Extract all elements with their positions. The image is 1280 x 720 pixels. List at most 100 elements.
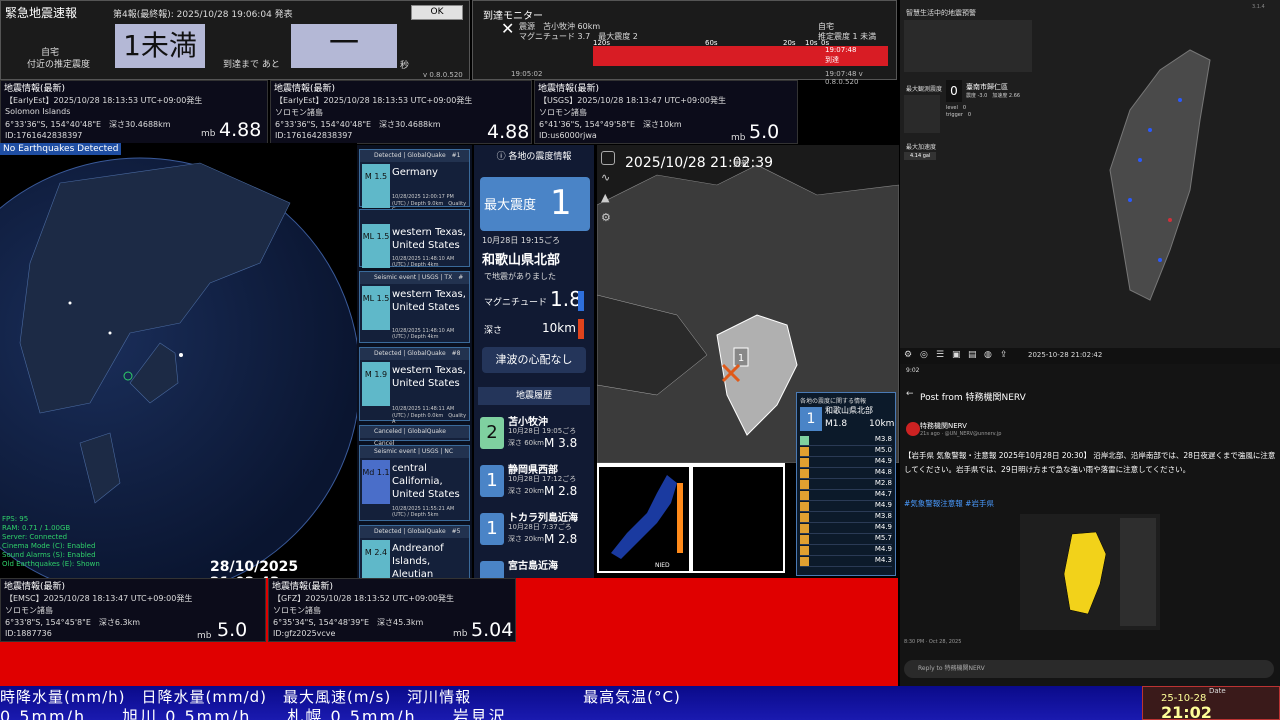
list-item[interactable]: Canceled | GlobalQuake Cancel bbox=[359, 425, 470, 447]
max-int-label: 最大観測震度 bbox=[906, 86, 943, 93]
globe-icon[interactable]: ◍ bbox=[984, 350, 992, 360]
sec-label: 秒 bbox=[400, 61, 410, 71]
magnitude-label: マグニチュード bbox=[484, 298, 548, 308]
panel-header: 地震情報(最新) bbox=[272, 582, 334, 592]
list-item[interactable]: ML 1.5 western Texas, United States 10/2… bbox=[359, 209, 470, 268]
region-list-row[interactable]: M2.8 bbox=[800, 479, 892, 490]
max-intensity-value: 1 bbox=[550, 183, 572, 223]
regbox-title: 各地の震度に関する情報 bbox=[800, 398, 867, 405]
list-item[interactable]: Seismic event | USGS | NC Md 1.1 central… bbox=[359, 445, 470, 521]
reply-input[interactable]: Reply to 特務機関NERV bbox=[904, 660, 1274, 678]
location-icon[interactable]: ◎ bbox=[920, 350, 928, 360]
quake-info-panel: 地震情報(最新) 【USGS】2025/10/28 18:13:47 UTC+0… bbox=[534, 80, 798, 144]
item-header: Detected | GlobalQuake #5 bbox=[360, 526, 469, 538]
mag-type: mb bbox=[731, 133, 746, 143]
region-list-row[interactable]: M5.7 bbox=[800, 534, 892, 545]
settings-icon[interactable]: ⚙ bbox=[904, 350, 912, 360]
shindo-badge bbox=[480, 561, 504, 578]
quake-region: ソロモン諸島 bbox=[273, 606, 321, 615]
map-icon[interactable]: ▣ bbox=[952, 350, 961, 360]
quake-info-panel: 地震情報(最新) 【GFZ】2025/10/28 18:13:52 UTC+09… bbox=[268, 578, 516, 642]
list-item[interactable]: Detected | GlobalQuake #1 M 1.5 Germany … bbox=[359, 149, 470, 213]
eew-title: 緊急地震速報 bbox=[5, 6, 78, 20]
list-item[interactable]: Detected | GlobalQuake #5 M 2.4 Andreano… bbox=[359, 525, 470, 578]
shindo-swatch bbox=[800, 513, 809, 522]
globe-view[interactable]: FPS: 95 RAM: 0.71 / 1.00GB Server: Conne… bbox=[0, 143, 357, 578]
list-item[interactable]: Detected | GlobalQuake #8 M 1.9 western … bbox=[359, 347, 470, 425]
epicenter-icon: ✕ bbox=[501, 19, 515, 38]
region-list-row[interactable]: M3.8 bbox=[800, 512, 892, 523]
region-list-row[interactable]: M4.7 bbox=[800, 490, 892, 501]
details: 10/28/2025 11:48:10 AM (UTC) / Depth 4km bbox=[392, 256, 455, 268]
info-icon[interactable] bbox=[601, 151, 615, 165]
quake-id: ID:1761642838397 bbox=[275, 131, 353, 140]
row-mag: M4.3 bbox=[874, 556, 892, 564]
taiwan-version: 3.1.4 bbox=[1252, 4, 1265, 10]
hashtags[interactable]: #気象警報注意報 #岩手県 bbox=[904, 498, 994, 509]
arrival-countdown: 一 bbox=[291, 24, 397, 68]
author-name[interactable]: 特務機関NERV bbox=[920, 421, 967, 431]
tsunami-status: 津波の心配なし bbox=[482, 347, 586, 373]
settings-icon[interactable]: ⚙ bbox=[601, 211, 611, 224]
map-updated: 更新 bbox=[733, 159, 749, 168]
avatar[interactable] bbox=[906, 422, 920, 436]
mag-badge: M 1.9 bbox=[362, 362, 390, 406]
region-list-row[interactable]: M4.9 bbox=[800, 545, 892, 556]
shindo-badge: 1 bbox=[480, 465, 504, 497]
quake-info-panel: 地震情報(最新) 【EarlyEst】2025/10/28 18:13:53 U… bbox=[270, 80, 532, 144]
mag-badge: M 1.5 bbox=[362, 164, 390, 208]
status-time: 9:02 bbox=[906, 367, 920, 374]
ok-button[interactable]: OK bbox=[411, 5, 463, 20]
quake-coords: 6°41'36"S, 154°49'58"E 深さ10km bbox=[539, 120, 682, 129]
shindo-swatch bbox=[800, 447, 809, 456]
quake-region: Solomon Islands bbox=[5, 107, 71, 116]
warning-icon[interactable]: ▲ bbox=[601, 191, 609, 204]
region-list-row[interactable]: M4.9 bbox=[800, 523, 892, 534]
tweet-image[interactable] bbox=[1020, 514, 1160, 630]
station-intensity: 0 bbox=[946, 80, 962, 102]
history-item[interactable]: 宮古島近海 bbox=[478, 555, 590, 578]
alert-box bbox=[904, 20, 1032, 72]
place: western Texas, United States bbox=[392, 289, 466, 313]
region-list-row[interactable]: M4.9 bbox=[800, 501, 892, 512]
history-item[interactable]: 1 トカラ列島近海 10月28日 7:37ごろ 深さ 20km M 2.8 bbox=[478, 507, 590, 551]
global-quake-list[interactable]: Detected | GlobalQuake #1 M 1.5 Germany … bbox=[357, 145, 472, 578]
share-icon[interactable]: ⇪ bbox=[1000, 350, 1008, 360]
quake-region: 和歌山県北部 bbox=[482, 253, 561, 268]
mag-badge: ML 1.5 bbox=[362, 224, 390, 268]
row-mag: M2.8 bbox=[874, 479, 892, 487]
history-item[interactable]: 2 苫小牧沖 10月28日 19:05ごろ 深さ 60km M 3.8 bbox=[478, 411, 590, 455]
magnitude: 5.0 bbox=[217, 619, 248, 641]
quake-region: ソロモン諸島 bbox=[539, 108, 587, 117]
history-date: 10月28日 17:12ごろ bbox=[508, 475, 577, 483]
clock-box: Date 25-10-28 21:02 bbox=[1142, 686, 1280, 720]
region-list-row[interactable]: M3.8 bbox=[800, 435, 892, 446]
place: Andreanof Islands, Aleutian Islands bbox=[392, 543, 444, 578]
history-depth: 深さ 60km bbox=[508, 439, 545, 447]
shindo-swatch bbox=[800, 535, 809, 544]
stats-panel: FPS: 95 RAM: 0.71 / 1.00GB Server: Conne… bbox=[2, 515, 100, 569]
warning-map bbox=[1020, 514, 1160, 630]
jp-intensity-panel: ⓘ 各地の震度情報 最大震度 1 10月28日 19:15ごろ 和歌山県北部 で… bbox=[474, 145, 594, 578]
list-item[interactable]: Seismic event | USGS | TX # ML 1.5 weste… bbox=[359, 271, 470, 343]
wave-icon[interactable]: ∿ bbox=[601, 171, 610, 184]
taiwan-map bbox=[1109, 49, 1211, 301]
region-list-row[interactable]: M4.8 bbox=[800, 468, 892, 479]
region-list-row[interactable]: M5.0 bbox=[800, 446, 892, 457]
chart-icon[interactable]: ▤ bbox=[968, 350, 977, 360]
regbox-depth: 10km bbox=[869, 419, 895, 429]
history-item[interactable]: 1 静岡県西部 10月28日 17:12ごろ 深さ 20km M 2.8 bbox=[478, 459, 590, 503]
region-list-row[interactable]: M4.3 bbox=[800, 556, 892, 567]
row-mag: M4.8 bbox=[874, 468, 892, 476]
row-mag: M4.7 bbox=[874, 490, 892, 498]
est-label: 付近の推定震度 bbox=[27, 60, 91, 70]
shindo-swatch bbox=[800, 469, 809, 478]
region-list-row[interactable]: M4.9 bbox=[800, 457, 892, 468]
shindo-swatch bbox=[800, 480, 809, 489]
mag-badge: ML 1.5 bbox=[362, 286, 390, 330]
back-icon[interactable]: ← bbox=[906, 389, 914, 399]
list-icon[interactable]: ☰ bbox=[936, 350, 944, 360]
quake-info-panel: 地震情報(最新) 【EMSC】2025/10/28 18:13:47 UTC+0… bbox=[0, 578, 266, 642]
station-values: 震度 -3.0 加速度 2.66 bbox=[966, 93, 1021, 99]
arrival-monitor: 到達モニター ✕ 震源 苫小牧沖 60km マグニチュード 3.7 最大震度 2… bbox=[472, 0, 897, 86]
